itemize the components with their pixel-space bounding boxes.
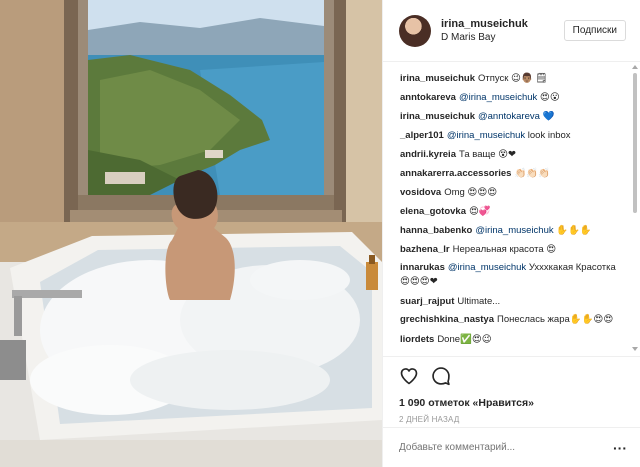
comments-scrollbar[interactable] xyxy=(632,63,638,355)
comment-item: andrii.kyreia Та ваще 😵❤ xyxy=(400,145,625,164)
scroll-up-icon[interactable] xyxy=(632,65,638,69)
comment-mention[interactable]: @irina_museichuk xyxy=(475,225,553,236)
comment-text: look inbox xyxy=(525,130,571,141)
comment-item: irina_museichuk Отпуск 😉👨🏽 🗒 xyxy=(400,69,625,88)
comment-item: anntokareva @irina_museichuk 😍😮 xyxy=(400,88,625,107)
following-button[interactable]: Подписки xyxy=(563,20,626,41)
comment-mention[interactable]: @irina_museichuk xyxy=(448,262,526,273)
comment-text: 😍😮 xyxy=(537,92,560,103)
post-side-panel: irina_museichuk D Maris Bay Подписки iri… xyxy=(382,0,640,467)
post-photo-image xyxy=(0,0,382,467)
comment-text: Нереальная красота 😍 xyxy=(452,244,557,255)
comment-text: Done✅😍😉 xyxy=(437,334,492,345)
author-username[interactable]: irina_museichuk xyxy=(441,17,564,31)
heart-icon[interactable] xyxy=(399,366,419,386)
comment-input[interactable] xyxy=(399,442,613,453)
comment-text: ✋✋✋ xyxy=(553,225,592,236)
comment-text: Понеслась жара✋✋😍😍 xyxy=(497,314,614,325)
add-comment-bar: ··· xyxy=(383,427,640,467)
comment-icon[interactable] xyxy=(431,366,451,386)
comment-username[interactable]: liordets xyxy=(400,334,434,345)
comment-text: 😍💞 xyxy=(469,206,491,217)
comment-username[interactable]: grechishkina_nastya xyxy=(400,314,494,325)
comment-item: elena_gotovka 😍💞 xyxy=(400,202,625,221)
comment-item: irina_museichuk @anntokareva 💙 xyxy=(400,107,625,126)
comment-item: suarj_rajput Ultimate... xyxy=(400,292,625,311)
comment-username[interactable]: innarukas xyxy=(400,262,445,273)
comment-list: irina_museichuk Отпуск 😉👨🏽 🗒 anntokareva @… xyxy=(383,63,633,355)
comment-text: Ultimate... xyxy=(457,296,501,307)
post-timestamp: 2 ДНЕЙ НАЗАД xyxy=(399,415,460,424)
comment-mention[interactable]: @anntokareva xyxy=(478,111,540,122)
comment-mention[interactable]: @irina_museichuk xyxy=(459,92,537,103)
comment-mention[interactable]: @irina_museichuk xyxy=(447,130,525,141)
comment-username[interactable]: irina_museichuk xyxy=(400,111,475,122)
comment-username[interactable]: vosidova xyxy=(400,187,441,198)
comment-item: bazhena_lr Нереальная красота 😍 xyxy=(400,240,625,259)
action-icons xyxy=(399,363,625,389)
likes-count[interactable]: 1 090 отметок «Нравится» xyxy=(399,397,625,409)
comment-username[interactable]: irina_museichuk xyxy=(400,73,475,84)
comment-item: vosidova Omg 😍😍😍 xyxy=(400,183,625,202)
instagram-post: irina_museichuk D Maris Bay Подписки iri… xyxy=(0,0,640,467)
avatar[interactable] xyxy=(399,14,431,47)
comment-username[interactable]: andrii.kyreia xyxy=(400,149,456,160)
comment-username[interactable]: bazhena_lr xyxy=(400,244,450,255)
comment-text: 💙 xyxy=(539,111,555,122)
comment-text: Отпуск 😉👨🏽 🗒 xyxy=(477,73,548,84)
comment-item: hanna_babenko @irina_museichuk ✋✋✋ xyxy=(400,221,625,240)
comment-username[interactable]: elena_gotovka xyxy=(400,206,466,217)
location-link[interactable]: D Maris Bay xyxy=(441,31,564,45)
author-info: irina_museichuk D Maris Bay xyxy=(441,17,564,45)
scroll-down-icon[interactable] xyxy=(632,347,638,351)
comment-username[interactable]: anntokareva xyxy=(400,92,456,103)
comment-username[interactable]: annakarerra.accessories xyxy=(400,168,511,179)
comment-username[interactable]: hanna_babenko xyxy=(400,225,472,236)
scrollbar-thumb[interactable] xyxy=(633,73,637,213)
more-options-icon[interactable]: ··· xyxy=(613,440,627,456)
comment-text: 👏🏻👏🏻👏🏻 xyxy=(514,168,550,179)
comment-username[interactable]: _alper101 xyxy=(400,130,444,141)
comment-item: annakarerra.accessories 👏🏻👏🏻👏🏻 xyxy=(400,164,625,183)
comment-item: grechishkina_nastya Понеслась жара✋✋😍😍 xyxy=(400,311,625,330)
comment-item: innarukas @irina_museichuk Ухххкакая Крас… xyxy=(400,259,625,292)
post-actions: 1 090 отметок «Нравится» 2 ДНЕЙ НАЗАД xyxy=(383,356,640,424)
comment-text: Omg 😍😍😍 xyxy=(444,187,498,198)
comment-item: _alper101 @irina_museichuk look inbox xyxy=(400,126,625,145)
post-photo[interactable] xyxy=(0,0,382,467)
post-header: irina_museichuk D Maris Bay Подписки xyxy=(383,0,640,62)
comment-username[interactable]: suarj_rajput xyxy=(400,296,454,307)
comment-text: Та ваще 😵❤ xyxy=(458,149,517,160)
comment-item: liordets Done✅😍😉 xyxy=(400,330,625,349)
